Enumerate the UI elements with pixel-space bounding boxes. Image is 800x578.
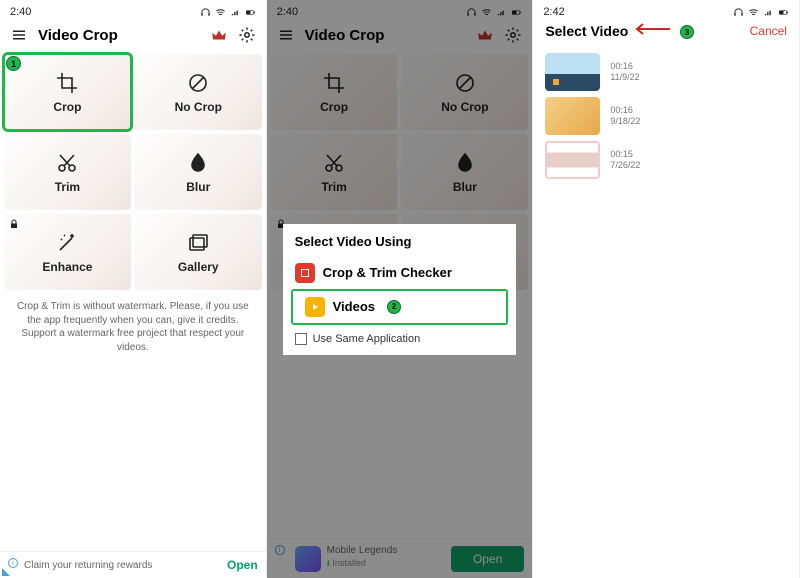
video-date: 11/9/22	[610, 72, 639, 84]
footer-note: Crop & Trim is without watermark. Please…	[0, 294, 266, 360]
ad-open-link[interactable]: Open	[227, 558, 258, 572]
screen-1-home: 2:40 Video Crop 1 Crop No Crop	[0, 0, 267, 578]
tile-crop[interactable]: 1 Crop	[4, 54, 131, 130]
ad-banner[interactable]: i Claim your returning rewards Open	[0, 551, 266, 578]
select-video-header: Select Video 3 Cancel	[533, 20, 799, 45]
ad-text: Claim your returning rewards	[24, 560, 221, 571]
step-badge-1: 1	[6, 56, 21, 71]
battery-icon	[245, 7, 256, 18]
tile-label: Trim	[55, 180, 80, 194]
dialog-option-label: Videos	[333, 299, 375, 314]
step-badge-3: 3	[680, 25, 694, 39]
signal-icon	[230, 7, 241, 18]
tile-label: Gallery	[178, 260, 219, 274]
ad-info-icon[interactable]: i	[8, 558, 18, 568]
step-badge-2: 2	[387, 300, 401, 314]
clock: 2:40	[10, 6, 31, 18]
video-row[interactable]: 00:16 11/9/22	[545, 53, 787, 91]
video-date: 9/18/22	[610, 116, 640, 128]
cancel-button[interactable]: Cancel	[750, 24, 787, 38]
tile-gallery[interactable]: Gallery	[135, 214, 262, 290]
battery-icon	[778, 7, 789, 18]
dialog-option-videos[interactable]: Videos 2	[291, 289, 509, 325]
video-row[interactable]: 00:16 9/18/22	[545, 97, 787, 135]
videos-app-icon	[305, 297, 325, 317]
headphone-icon	[733, 7, 744, 18]
checkbox-label: Use Same Application	[313, 333, 421, 345]
tile-label: Crop	[53, 100, 81, 114]
status-icons	[200, 7, 256, 18]
dialog-title: Select Video Using	[283, 234, 517, 257]
magic-wand-icon	[54, 230, 80, 256]
tile-blur[interactable]: Blur	[135, 134, 262, 210]
tile-label: Enhance	[42, 260, 92, 274]
gallery-icon	[185, 230, 211, 256]
premium-crown-icon[interactable]	[210, 26, 228, 44]
lock-icon	[8, 218, 20, 233]
status-bar: 2:40	[0, 0, 266, 20]
video-thumbnail	[545, 141, 600, 179]
tile-enhance[interactable]: Enhance	[4, 214, 131, 290]
arrow-left-icon	[632, 22, 672, 36]
select-video-dialog: Select Video Using Crop & Trim Checker V…	[283, 224, 517, 355]
video-meta: 00:15 7/26/22	[610, 149, 640, 172]
status-icons	[733, 7, 789, 18]
dialog-option-label: Crop & Trim Checker	[323, 265, 452, 280]
menu-icon[interactable]	[10, 26, 28, 44]
clock: 2:42	[543, 6, 564, 18]
tile-trim[interactable]: Trim	[4, 134, 131, 210]
settings-gear-icon[interactable]	[238, 26, 256, 44]
video-duration: 00:15	[610, 149, 640, 161]
video-meta: 00:16 11/9/22	[610, 61, 639, 84]
video-thumbnail	[545, 97, 600, 135]
video-duration: 00:16	[610, 105, 640, 117]
app-bar: Video Crop	[0, 20, 266, 50]
wifi-icon	[748, 7, 759, 18]
wifi-icon	[215, 7, 226, 18]
video-row[interactable]: 00:15 7/26/22	[545, 141, 787, 179]
dialog-option-crop-trim[interactable]: Crop & Trim Checker	[283, 257, 517, 289]
no-crop-icon	[185, 70, 211, 96]
select-video-title: Select Video 3	[545, 22, 741, 39]
headphone-icon	[200, 7, 211, 18]
tile-label: Blur	[186, 180, 210, 194]
screen-2-dialog: 2:40 Video Crop Crop No Crop Trim Blur E…	[267, 0, 534, 578]
tile-no-crop[interactable]: No Crop	[135, 54, 262, 130]
use-same-app-row[interactable]: Use Same Application	[283, 325, 517, 345]
crop-trim-app-icon	[295, 263, 315, 283]
crop-icon	[54, 70, 80, 96]
modal-overlay[interactable]: Select Video Using Crop & Trim Checker V…	[267, 0, 533, 578]
video-thumbnail	[545, 53, 600, 91]
app-title: Video Crop	[38, 27, 200, 44]
ad-corner-icon	[2, 568, 10, 576]
signal-icon	[763, 7, 774, 18]
video-duration: 00:16	[610, 61, 639, 73]
scissors-icon	[54, 150, 80, 176]
video-list: 00:16 11/9/22 00:16 9/18/22 00:15 7/26/2…	[533, 45, 799, 187]
screen-3-select-video: 2:42 Select Video 3 Cancel 00:16 11/9/22…	[533, 0, 800, 578]
status-bar: 2:42	[533, 0, 799, 20]
blur-drop-icon	[185, 150, 211, 176]
checkbox-icon[interactable]	[295, 333, 307, 345]
action-grid: 1 Crop No Crop Trim Blur Enhance Gallery	[0, 50, 266, 294]
select-video-title-text: Select Video	[545, 23, 628, 39]
video-meta: 00:16 9/18/22	[610, 105, 640, 128]
video-date: 7/26/22	[610, 160, 640, 172]
tile-label: No Crop	[175, 100, 222, 114]
